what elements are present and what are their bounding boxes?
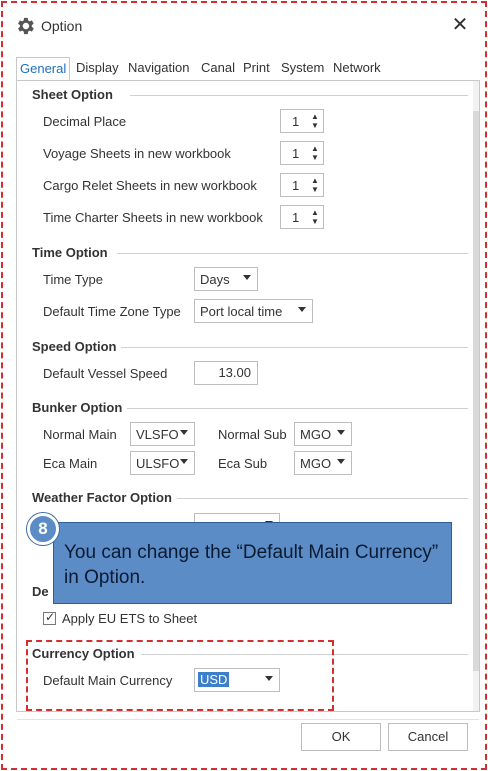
time-zone-type-label: Default Time Zone Type	[43, 304, 181, 319]
time-zone-type-select[interactable]: Port local time	[194, 299, 313, 323]
normal-main-select[interactable]: VLSFO	[130, 422, 195, 446]
divider	[177, 498, 468, 499]
section-title-weather: Weather Factor Option	[32, 490, 172, 505]
eca-sub-select[interactable]: MGO	[294, 451, 352, 475]
time-charter-sheets-label: Time Charter Sheets in new workbook	[43, 210, 263, 225]
decimal-place-label: Decimal Place	[43, 114, 127, 129]
normal-sub-label: Normal Sub	[218, 427, 287, 442]
tab-print[interactable]: Print	[240, 57, 273, 81]
tab-bar: General Display Navigation Canal Print S…	[16, 57, 476, 81]
callout-text: You can change the “Default Main Currenc…	[64, 542, 439, 588]
tab-display[interactable]: Display	[73, 57, 122, 81]
window-title: Option	[41, 18, 83, 34]
cargo-relet-sheets-label: Cargo Relet Sheets in new workbook	[43, 178, 257, 193]
gear-icon	[14, 15, 36, 37]
vessel-speed-label: Default Vessel Speed	[43, 366, 168, 381]
divider	[141, 654, 468, 655]
divider	[127, 408, 468, 409]
checkmark-icon: ✓	[45, 610, 56, 624]
vessel-speed-input[interactable]: 13.00	[194, 361, 258, 385]
normal-sub-select[interactable]: MGO	[294, 422, 352, 446]
scrollbar-thumb[interactable]	[473, 111, 479, 671]
chevron-down-icon	[337, 459, 345, 464]
section-title-bunker: Bunker Option	[32, 400, 123, 415]
time-charter-sheets-stepper[interactable]: 1 ▲ ▼	[280, 205, 324, 229]
chevron-down-icon	[337, 430, 345, 435]
chevron-down-icon	[180, 459, 188, 464]
decimal-place-stepper[interactable]: 1 ▲ ▼	[280, 109, 324, 133]
cancel-button[interactable]: Cancel	[388, 723, 468, 751]
close-icon[interactable]: ✕	[448, 12, 472, 38]
scrollbar[interactable]	[473, 81, 479, 711]
divider	[121, 347, 468, 348]
normal-main-label: Normal Main	[43, 427, 117, 442]
stepper-arrows-icon[interactable]: ▲ ▼	[310, 208, 320, 226]
tutorial-callout: You can change the “Default Main Currenc…	[53, 522, 452, 604]
apply-eu-ets-checkbox[interactable]: ✓	[43, 610, 56, 625]
tab-navigation[interactable]: Navigation	[125, 57, 192, 81]
voyage-sheets-stepper[interactable]: 1 ▲ ▼	[280, 141, 324, 165]
time-type-select[interactable]: Days	[194, 267, 258, 291]
chevron-down-icon	[243, 275, 251, 280]
tab-system[interactable]: System	[278, 57, 327, 81]
chevron-down-icon	[298, 307, 306, 312]
section-title-eu: De	[32, 584, 49, 599]
tab-network[interactable]: Network	[330, 57, 384, 81]
apply-eu-ets-label: Apply EU ETS to Sheet	[62, 611, 198, 626]
chevron-down-icon	[265, 676, 273, 681]
eca-main-label: Eca Main	[43, 456, 98, 471]
general-settings-panel: Sheet Option Decimal Place 1 ▲ ▼ Voyage S…	[16, 80, 480, 712]
voyage-sheets-label: Voyage Sheets in new workbook	[43, 146, 231, 161]
title-bar: Option ✕	[8, 8, 480, 44]
tab-canal[interactable]: Canal	[198, 57, 238, 81]
stepper-arrows-icon[interactable]: ▲ ▼	[310, 112, 320, 130]
eca-main-select[interactable]: ULSFO	[130, 451, 195, 475]
section-title-currency: Currency Option	[32, 646, 135, 661]
time-type-label: Time Type	[43, 272, 103, 287]
section-title-speed: Speed Option	[32, 339, 117, 354]
footer-divider	[17, 719, 479, 720]
default-main-currency-label: Default Main Currency	[43, 673, 173, 688]
ok-button[interactable]: OK	[301, 723, 381, 751]
tab-general[interactable]: General	[16, 57, 70, 81]
section-title-sheet: Sheet Option	[32, 87, 113, 102]
step-number-badge: 8	[27, 513, 59, 545]
default-main-currency-select[interactable]: USD	[194, 668, 280, 692]
divider	[130, 95, 468, 96]
stepper-arrows-icon[interactable]: ▲ ▼	[310, 176, 320, 194]
chevron-down-icon	[180, 430, 188, 435]
section-title-time: Time Option	[32, 245, 108, 260]
eca-sub-label: Eca Sub	[218, 456, 268, 471]
divider	[117, 253, 468, 254]
cargo-relet-sheets-stepper[interactable]: 1 ▲ ▼	[280, 173, 324, 197]
stepper-arrows-icon[interactable]: ▲ ▼	[310, 144, 320, 162]
